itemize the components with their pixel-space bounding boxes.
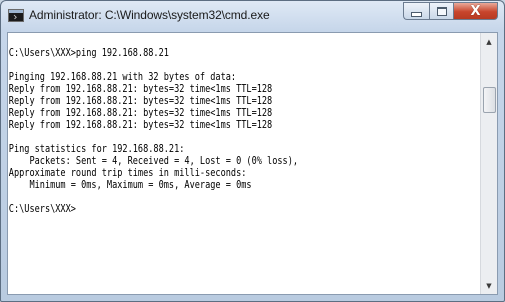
- caption-buttons: X: [403, 2, 498, 21]
- minimize-icon: [411, 11, 422, 17]
- cmd-icon[interactable]: [8, 9, 24, 22]
- minimize-button[interactable]: [403, 2, 429, 20]
- close-button[interactable]: X: [454, 2, 498, 20]
- window-title: Administrator: C:\Windows\system32\cmd.e…: [29, 8, 270, 22]
- console-text[interactable]: C:\Users\XXX>ping 192.168.88.21 Pinging …: [8, 33, 376, 215]
- scroll-up-icon[interactable]: ▲: [481, 33, 497, 50]
- console-line: Reply from 192.168.88.21: bytes=32 time<…: [8, 118, 273, 131]
- console-area[interactable]: C:\Users\XXX>ping 192.168.88.21 Pinging …: [7, 32, 498, 295]
- scroll-down-icon[interactable]: ▼: [481, 277, 497, 294]
- console-line: Minimum = 0ms, Maximum = 0ms, Average = …: [8, 178, 252, 191]
- maximize-button[interactable]: [429, 2, 454, 20]
- console-line: C:\Users\XXX>: [8, 202, 76, 215]
- cmd-window: Administrator: C:\Windows\system32\cmd.e…: [0, 0, 505, 302]
- title-bar[interactable]: Administrator: C:\Windows\system32\cmd.e…: [1, 1, 504, 31]
- vertical-scrollbar[interactable]: ▲ ▼: [480, 33, 497, 294]
- console-line: C:\Users\XXX>ping 192.168.88.21: [8, 46, 169, 59]
- scrollbar-thumb[interactable]: [483, 87, 496, 113]
- maximize-icon: [436, 6, 447, 16]
- close-icon: X: [470, 3, 481, 19]
- console-output[interactable]: C:\Users\XXX>ping 192.168.88.21 Pinging …: [8, 33, 480, 294]
